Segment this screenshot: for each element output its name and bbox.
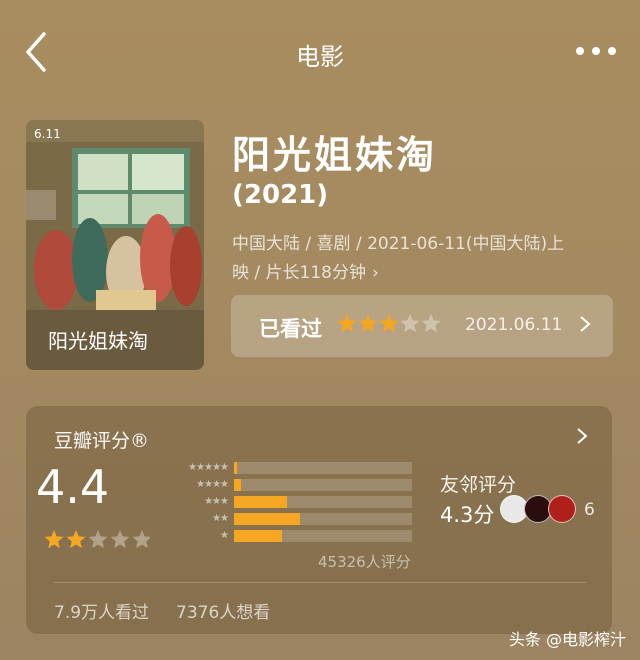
want-count[interactable]: 7376人想看 xyxy=(176,598,270,623)
avatar xyxy=(548,495,576,523)
star-empty-icon xyxy=(88,530,108,549)
star-filled-icon xyxy=(44,530,64,549)
distribution-bar-fill xyxy=(234,479,242,491)
divider xyxy=(54,582,586,583)
star-filled-icon xyxy=(379,314,399,333)
movie-meta[interactable]: 中国大陆 / 喜剧 / 2021-06-11(中国大陆)上 映 / 片长118分… xyxy=(232,230,602,288)
star-filled-icon xyxy=(358,314,378,333)
poster-date: 6.11 xyxy=(34,127,61,141)
watched-status-bar[interactable]: 已看过 2021.06.11 xyxy=(231,295,613,357)
distribution-stars: ★★ xyxy=(212,513,229,524)
more-dots-icon[interactable] xyxy=(574,36,618,66)
distribution-bar-fill xyxy=(234,462,237,474)
star-filled-icon xyxy=(66,530,86,549)
movie-title: 阳光姐妹淘 xyxy=(232,133,438,177)
watched-label: 已看过 xyxy=(259,317,322,341)
distribution-bar-fill xyxy=(234,513,300,525)
friends-score: 4.3分 xyxy=(440,503,495,527)
star-empty-icon xyxy=(132,530,150,549)
vote-count: 45326人评分 xyxy=(318,553,411,571)
watermark: 头条 @电影榨汁 xyxy=(508,630,626,649)
poster-title-art: 阳光姐妹淘 xyxy=(48,329,148,353)
distribution-bar-track xyxy=(234,513,412,525)
distribution-stars: ★★★ xyxy=(204,496,229,507)
page-title: 电影 xyxy=(296,43,344,71)
my-rating-stars xyxy=(337,314,441,333)
rating-stars xyxy=(44,530,150,549)
distribution-stars: ★ xyxy=(220,530,229,541)
distribution-stars: ★★★★★ xyxy=(188,462,229,473)
distribution-bar-track xyxy=(234,496,412,508)
friends-rating-label: 友邻评分 xyxy=(440,474,517,496)
star-empty-icon xyxy=(421,314,441,333)
star-empty-icon xyxy=(110,530,130,549)
watched-date: 2021.06.11 xyxy=(465,315,563,335)
friends-avatars[interactable] xyxy=(500,495,580,523)
poster-image: 6.11 阳光姐妹淘 xyxy=(26,120,204,370)
chevron-right-icon xyxy=(580,316,591,332)
star-empty-icon xyxy=(400,314,420,333)
movie-poster[interactable]: 6.11 阳光姐妹淘 xyxy=(26,120,204,370)
top-bar: 电影 xyxy=(0,0,640,100)
distribution-stars: ★★★★ xyxy=(196,479,229,490)
movie-year: (2021) xyxy=(232,180,329,210)
rating-score: 4.4 xyxy=(36,460,110,514)
distribution-bar-track xyxy=(234,530,412,542)
distribution-bar-fill xyxy=(234,496,288,508)
friends-count: 6 xyxy=(584,500,595,520)
distribution-bar-fill xyxy=(234,530,283,542)
distribution-bar-track xyxy=(234,479,412,491)
chevron-right-icon[interactable] xyxy=(576,426,588,446)
meta-line2: 映 / 片长118分钟 xyxy=(232,263,366,283)
seen-count[interactable]: 7.9万人看过 xyxy=(54,598,149,623)
star-filled-icon xyxy=(337,314,357,333)
meta-line1: 中国大陆 / 喜剧 / 2021-06-11(中国大陆)上 xyxy=(232,234,565,254)
distribution-bar-track xyxy=(234,462,412,474)
chevron-right-icon: › xyxy=(371,263,379,283)
rating-card-header: 豆瓣评分® xyxy=(54,430,150,452)
